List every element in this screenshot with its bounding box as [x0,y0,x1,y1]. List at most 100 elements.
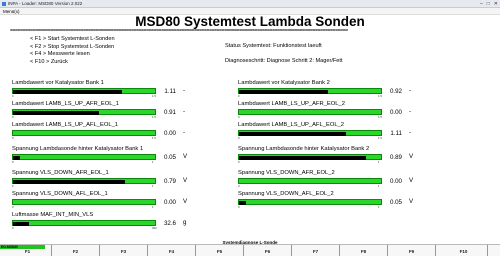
meter-value: 0.05 [163,154,176,161]
meter-unit: - [409,87,412,94]
fkey-button-f4[interactable]: F4 [148,245,196,256]
meter-value: 0.00 [389,178,402,185]
fkey-line: < F2 > Stop Systemtest L-Sonden [30,43,115,50]
meter-bar [12,154,156,160]
meter-scale-max: 1 [152,204,154,209]
meter-label: Lambdawert vor Katalysator Bank 1 [12,80,104,86]
meter-bar [12,220,156,226]
meter-scale-min: 0 [12,135,14,140]
meter-scale-max: 1 [152,183,154,188]
meter-scale-min: 0 [12,225,14,230]
function-key-list: < F1 > Start Systemtest L-Sonden < F2 > … [30,36,115,66]
close-icon[interactable]: ✕ [494,0,498,8]
meter-fill [13,221,29,226]
meter-fill [239,200,247,205]
meter-bar [12,199,156,205]
meter-label: Spannung Lambdasonde hinter Katalysator … [12,146,144,152]
fkey-button-f1[interactable]: F1 [4,245,52,256]
meter-scale-max: 1 [152,159,154,164]
meter-label: Spannung VLS_DOWN_AFL_EOL_2 [238,191,334,197]
meter-value: 0.05 [389,199,402,206]
fkey-button-f2[interactable]: F2 [52,245,100,256]
meter-label: Lambdawert LAMB_LS_UP_AFL_EOL_1 [12,122,119,128]
meter-value: 0.92 [389,88,402,95]
meter-gauge: Spannung Lambdasonde hinter Katalysator … [238,146,468,166]
window-titlebar: INPA - Loader: MSD80 Version 2.022 – □ ✕ [0,0,500,8]
meter-bar [12,109,156,115]
meter-bar [238,109,382,115]
meter-gauge: Luftmasse MAF_INT_MIN_VLS 0 300 32.6 g [12,212,242,232]
meter-bar [238,88,382,94]
meter-label: Lambdawert LAMB_LS_UP_AFR_EOL_1 [12,101,119,107]
meter-gauge: Lambdawert vor Katalysator Bank 1 0 1.5 1.1… [12,80,242,100]
meter-gauge: Spannung Lambdasonde hinter Katalysator … [12,146,242,166]
meter-unit: V [409,177,414,184]
meter-scale-min: 0 [12,114,14,119]
meter-unit: V [183,198,188,205]
meter-bar [238,199,382,205]
fkey-line: < F4 > Messwerte lesen [30,51,90,57]
meter-fill [13,155,21,160]
fkey-line: < F1 > Start Systemtest L-Sonden [30,36,115,42]
maximize-icon[interactable]: □ [487,0,490,8]
meter-bar [12,130,156,136]
fkey-button-f6[interactable]: F6 [244,245,292,256]
meter-label: Luftmasse MAF_INT_MIN_VLS [12,212,94,218]
meter-scale-max: 1 [378,204,380,209]
meter-unit: g [183,219,187,226]
meter-label: Spannung VLS_DOWN_AFL_EOL_1 [12,191,108,197]
minimize-icon[interactable]: – [480,0,483,8]
meter-fill [13,179,126,184]
function-key-bar: EG-MSD80 F1 F2 F3 F4 F5 F6 F7 F8 F9 F10 [0,244,500,256]
meter-unit: V [409,153,414,160]
meter-scale-min: 0 [238,93,240,98]
meter-value: 0.00 [163,199,176,206]
fkey-button-f10[interactable]: F10 [440,245,488,256]
fkey-button-f3[interactable]: F3 [100,245,148,256]
meter-label: Lambdawert LAMB_LS_UP_AFL_EOL_2 [238,122,345,128]
meter-value: 0.89 [389,154,402,161]
meter-gauge: Spannung VLS_DOWN_AFL_EOL_2 0 1 0.05 V [238,191,468,211]
fkey-button-f9[interactable]: F9 [388,245,436,256]
fkey-button-f5[interactable]: F5 [196,245,244,256]
meter-fill [239,89,329,94]
meter-scale-max: 1 [378,159,380,164]
meter-gauge: Lambdawert LAMB_LS_UP_AFL_EOL_1 0 1.5 0.00- [12,122,242,142]
meter-scale-min: 0 [12,204,14,209]
meter-unit: V [183,177,188,184]
meter-unit: - [183,129,186,136]
fkey-line: < F10 > Zurück [30,58,68,65]
meter-fill [239,155,366,160]
meter-scale-min: 0 [238,135,240,140]
fkey-button-f7[interactable]: F7 [292,245,340,256]
meter-unit: - [183,87,186,94]
meter-scale-min: 0 [238,204,240,209]
meter-value: 1.11 [164,88,176,95]
fkey-button-f8[interactable]: F8 [340,245,388,256]
meter-unit: - [409,108,412,115]
meter-scale-min: 0 [238,183,240,188]
meter-scale-min: 0 [12,93,14,98]
separator-line: ========================================… [10,29,348,34]
meter-bar [12,178,156,184]
meter-scale-min: 0 [238,114,240,119]
meter-scale-min: 0 [12,183,14,188]
meter-label: Spannung VLS_DOWN_AFR_EOL_1 [12,170,109,176]
meter-fill [13,89,123,94]
meter-gauge: Spannung VLS_DOWN_AFL_EOL_1 0 1 0.00 V [12,191,242,211]
meter-bar [238,130,382,136]
meter-gauge: Lambdawert LAMB_LS_UP_AFR_EOL_1 0 1.5 0.91- [12,101,242,121]
window-controls: – □ ✕ [480,0,498,8]
meter-fill [239,131,346,136]
meter-value: 0.79 [163,178,176,185]
status-systemtest: Status Systemtest: Funktionstest laeuft [225,43,322,49]
meter-scale-min: 0 [238,159,240,164]
meter-bar [238,154,382,160]
window-title: INPA - Loader: MSD80 Version 2.022 [8,1,83,6]
meter-scale-max: 1 [378,183,380,188]
meter-value: 0.00 [163,130,176,137]
meter-fill [13,110,100,115]
meter-scale-min: 0 [12,159,14,164]
meter-unit: V [183,153,188,160]
meter-gauge: Spannung VLS_DOWN_AFR_EOL_2 0 1 0.00 V [238,170,468,190]
